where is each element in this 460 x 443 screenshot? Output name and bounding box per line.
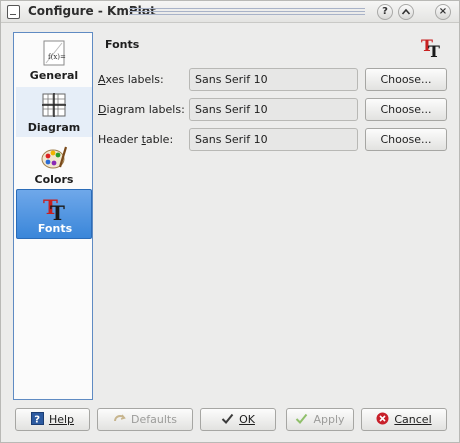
defaults-icon xyxy=(114,414,126,422)
header-table-font-field: Sans Serif 10 xyxy=(189,128,358,151)
diagram-labels-label: Diagram labels: xyxy=(98,103,185,116)
cancel-icon xyxy=(376,412,389,425)
sidebar-item-label: Diagram xyxy=(27,121,81,134)
help-button[interactable]: ? Help xyxy=(15,408,90,431)
sidebar-item-diagram[interactable]: Diagram xyxy=(16,87,92,137)
axes-labels-label: Axes labels: xyxy=(98,73,164,86)
sidebar-item-label: General xyxy=(29,69,79,82)
svg-text:T: T xyxy=(50,201,65,222)
checkmark-icon xyxy=(221,413,234,424)
page-list: f(x)= General Diagram Colors T T Fonts xyxy=(13,32,93,400)
cancel-button[interactable]: Cancel xyxy=(361,408,447,431)
svg-text:T: T xyxy=(428,42,440,58)
svg-text:f(x)=: f(x)= xyxy=(48,53,66,61)
page-title: Fonts xyxy=(105,38,140,51)
help-icon: ? xyxy=(30,412,44,426)
close-button[interactable]: × xyxy=(435,4,451,20)
chevron-up-icon xyxy=(401,8,411,15)
fonts-icon: T T xyxy=(43,195,65,222)
title-bar-grip xyxy=(129,8,365,17)
minimize-button[interactable] xyxy=(398,4,414,20)
axes-labels-font-field: Sans Serif 10 xyxy=(189,68,358,91)
sidebar-item-colors[interactable]: Colors xyxy=(16,139,92,189)
diagram-icon xyxy=(42,93,66,117)
apply-button[interactable]: Apply xyxy=(286,408,354,431)
diagram-labels-font-field: Sans Serif 10 xyxy=(189,98,358,121)
colors-icon xyxy=(41,146,68,169)
app-icon xyxy=(7,5,20,19)
apply-checkmark-icon xyxy=(296,413,308,424)
choose-diagram-font-button[interactable]: Choose... xyxy=(365,98,447,121)
choose-header-font-button[interactable]: Choose... xyxy=(365,128,447,151)
help-titlebar-button[interactable]: ? xyxy=(377,4,393,20)
svg-text:?: ? xyxy=(34,415,40,426)
fonts-icon: T T xyxy=(421,36,440,58)
sidebar-item-general[interactable]: f(x)= General xyxy=(16,35,92,85)
configure-dialog: Configure - KmPlot ? × f(x)= General Dia… xyxy=(0,0,460,443)
ok-button[interactable]: OK xyxy=(200,408,276,431)
sidebar-item-label: Fonts xyxy=(37,222,73,235)
choose-axes-font-button[interactable]: Choose... xyxy=(365,68,447,91)
general-icon: f(x)= xyxy=(43,40,66,66)
title-bar[interactable]: Configure - KmPlot ? × xyxy=(1,1,459,23)
sidebar-item-label: Colors xyxy=(34,173,74,186)
defaults-button[interactable]: Defaults xyxy=(97,408,193,431)
sidebar-item-fonts[interactable]: T T Fonts xyxy=(16,189,92,239)
header-table-label: Header table: xyxy=(98,133,174,146)
